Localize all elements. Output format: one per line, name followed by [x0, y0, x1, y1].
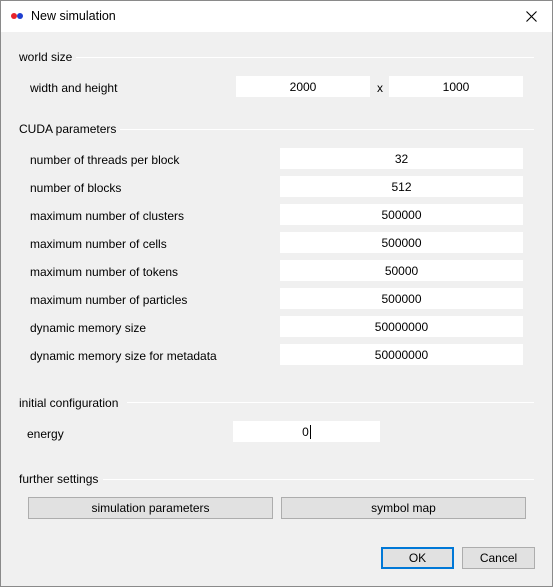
energy-input[interactable]: 0: [233, 421, 380, 442]
world-height-input[interactable]: [389, 76, 523, 97]
symbol-map-label: symbol map: [371, 501, 436, 515]
max-tokens-label: maximum number of tokens: [30, 265, 179, 279]
symbol-map-button[interactable]: symbol map: [281, 497, 526, 519]
dynamic-memory-size-label: dynamic memory size: [30, 321, 147, 335]
ok-label: OK: [408, 551, 427, 565]
further-settings-group-line: [103, 479, 534, 480]
dynamic-memory-size-input[interactable]: [280, 316, 523, 337]
window-title: New simulation: [31, 9, 116, 23]
threads-per-block-input[interactable]: [280, 148, 523, 169]
new-simulation-dialog: New simulation world size width and heig…: [0, 0, 553, 587]
close-button[interactable]: [516, 4, 546, 28]
cancel-button[interactable]: Cancel: [462, 547, 535, 569]
cuda-group-label: CUDA parameters: [19, 122, 121, 136]
world-size-group-label: world size: [19, 50, 77, 64]
threads-per-block-label: number of threads per block: [30, 153, 180, 167]
width-and-height-label: width and height: [30, 81, 118, 95]
max-clusters-label: maximum number of clusters: [30, 209, 185, 223]
max-particles-input[interactable]: [280, 288, 523, 309]
max-clusters-input[interactable]: [280, 204, 523, 225]
close-icon: [525, 10, 537, 22]
simulation-parameters-button[interactable]: simulation parameters: [28, 497, 273, 519]
size-separator: x: [377, 81, 383, 95]
metadata-memory-size-label: dynamic memory size for metadata: [30, 349, 217, 363]
max-particles-label: maximum number of particles: [30, 293, 188, 307]
app-icon: [11, 12, 25, 20]
cancel-label: Cancel: [479, 551, 518, 565]
simulation-parameters-label: simulation parameters: [91, 501, 210, 515]
initial-config-group-label: initial configuration: [19, 396, 123, 410]
max-cells-label: maximum number of cells: [30, 237, 167, 251]
title-bar: New simulation: [1, 1, 552, 32]
energy-value: 0: [302, 424, 309, 439]
max-tokens-input[interactable]: [280, 260, 523, 281]
ok-button[interactable]: OK: [381, 547, 454, 569]
world-width-input[interactable]: [236, 76, 370, 97]
energy-label: energy: [27, 427, 64, 441]
text-caret: [309, 424, 311, 439]
number-of-blocks-input[interactable]: [280, 176, 523, 197]
number-of-blocks-label: number of blocks: [30, 181, 122, 195]
cuda-group-line: [117, 129, 534, 130]
further-settings-group-label: further settings: [19, 472, 103, 486]
initial-config-group-line: [127, 402, 534, 403]
max-cells-input[interactable]: [280, 232, 523, 253]
world-size-group-line: [75, 57, 534, 58]
metadata-memory-size-input[interactable]: [280, 344, 523, 365]
